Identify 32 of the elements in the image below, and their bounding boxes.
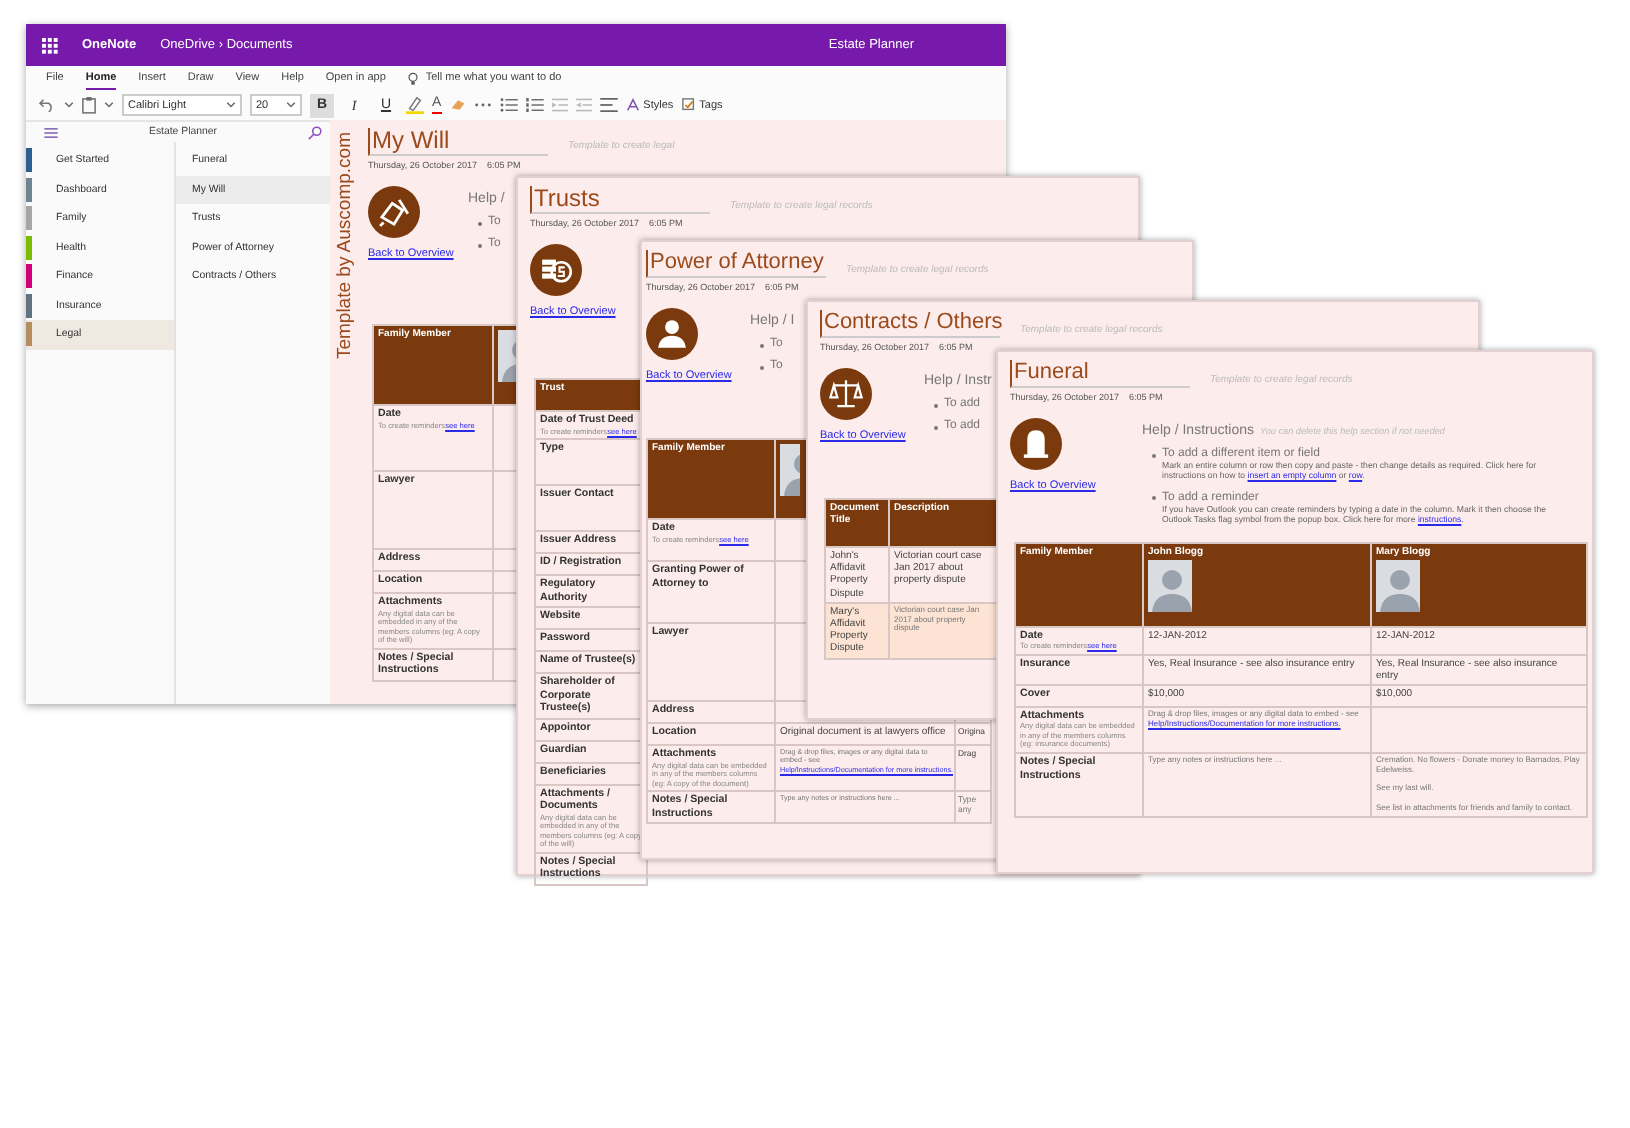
page-title: Trusts — [530, 186, 710, 214]
more-icon[interactable] — [473, 102, 492, 108]
photo-placeholder — [1376, 559, 1420, 612]
side-caption: Template by Auscomp.com — [334, 132, 356, 360]
page-title: Funeral — [1010, 360, 1190, 388]
menu-icon[interactable] — [44, 127, 58, 137]
checkbox-tag-icon — [681, 98, 696, 112]
photo-placeholder — [1148, 559, 1192, 612]
numbered-list-icon[interactable] — [525, 98, 544, 112]
align-icon[interactable] — [599, 98, 618, 112]
styles-icon — [625, 98, 640, 112]
photo-placeholder — [780, 444, 800, 496]
caret-icon — [286, 102, 296, 108]
caret-icon[interactable] — [64, 102, 74, 108]
scroll-pen-icon — [368, 186, 420, 238]
clipboard-icon[interactable] — [82, 96, 96, 114]
tombstone-icon — [1010, 418, 1062, 470]
bulleted-list-icon[interactable] — [499, 98, 518, 112]
page-title: My Will — [368, 128, 548, 156]
scales-icon — [820, 368, 872, 420]
photo-placeholder — [498, 330, 518, 382]
app-launcher-icon[interactable] — [42, 37, 58, 53]
highlighter-icon[interactable] — [406, 96, 424, 114]
page-title: Power of Attorney — [646, 250, 826, 278]
caret-icon — [226, 102, 236, 108]
person-icon — [646, 308, 698, 360]
caret-icon[interactable] — [104, 102, 114, 108]
undo-icon[interactable] — [38, 98, 56, 112]
dollar-coins-icon — [530, 244, 582, 296]
page-title: Contracts / Others — [820, 310, 1000, 338]
lightbulb-icon — [407, 71, 418, 85]
search-icon[interactable] — [308, 125, 322, 139]
